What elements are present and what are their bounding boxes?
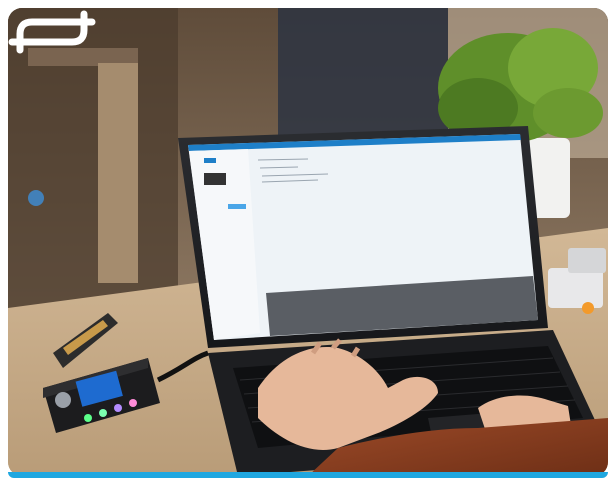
background-light: [28, 190, 44, 206]
background-post: [98, 63, 138, 283]
photo-scene: [8, 8, 608, 476]
bottom-right-corner-icon: [8, 10, 88, 46]
accent-strip: [8, 472, 608, 478]
screen-tab-button: [204, 158, 216, 163]
screen-action-button: [228, 204, 246, 209]
screen-device-thumbnail: [204, 173, 226, 185]
background-chair: [278, 8, 448, 138]
photo-frame: [8, 8, 608, 476]
